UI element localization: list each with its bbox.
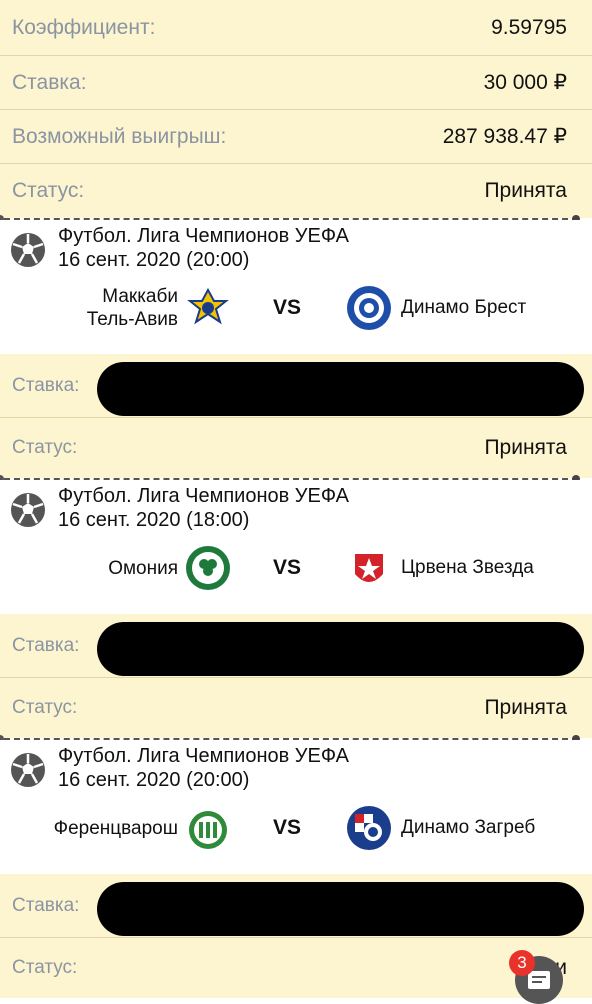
betslip-button[interactable]: 3 <box>509 950 563 1004</box>
home-team: Маккаби Тель-Авив <box>87 278 232 338</box>
football-icon <box>11 753 45 787</box>
away-team: Динамо Загреб <box>345 798 535 858</box>
vs-label: VS <box>273 556 302 579</box>
event-date: 16 сент. 2020 (18:00) <box>58 509 250 531</box>
home-team: Ференцварош <box>54 798 232 858</box>
bet-stake-row: Ставка: <box>0 874 592 938</box>
bet-status-row: Статус: При <box>0 938 592 998</box>
event-date: 16 сент. 2020 (20:00) <box>58 769 250 791</box>
redacted-block <box>97 622 584 676</box>
dinamo-zagreb-logo-icon <box>347 806 391 850</box>
status-summary-row: Статус: Принята <box>0 164 592 218</box>
bet-status-value: Принята <box>484 436 567 459</box>
omonia-logo-icon <box>186 546 230 590</box>
possible-win-value: 287 938.47 ₽ <box>442 125 567 148</box>
bet-stake-label: Ставка: <box>12 895 80 916</box>
stake-label: Ставка: <box>12 70 87 94</box>
coefficient-label: Коэффициент: <box>12 15 156 39</box>
bet-stake-label: Ставка: <box>12 635 80 656</box>
event-card[interactable]: Футбол. Лига Чемпионов УЕФА 16 сент. 202… <box>0 220 592 354</box>
event-card[interactable]: Футбол. Лига Чемпионов УЕФА 16 сент. 202… <box>0 740 592 874</box>
league-name: Футбол. Лига Чемпионов УЕФА <box>58 225 349 247</box>
bet-status-row: Статус: Принята <box>0 678 592 738</box>
status-value: Принята <box>484 179 567 202</box>
bet-status-label: Статус: <box>12 437 78 458</box>
football-icon <box>11 493 45 527</box>
dinamo-brest-logo-icon <box>347 286 391 330</box>
bet-stake-row: Ставка: <box>0 614 592 678</box>
redacted-block <box>97 362 584 416</box>
football-icon <box>11 233 45 267</box>
away-team-name: Динамо Брест <box>401 297 527 318</box>
match: Маккаби Тель-Авив VS Динамо Брест <box>0 278 592 338</box>
bet-status-row: Статус: Принята <box>0 418 592 478</box>
maccabi-logo-icon <box>187 287 229 325</box>
bet-status-value: Принята <box>484 696 567 719</box>
betslip-count-badge: 3 <box>509 950 535 976</box>
league-name: Футбол. Лига Чемпионов УЕФА <box>58 745 349 767</box>
possible-win-label: Возможный выигрыш: <box>12 124 227 148</box>
league-name: Футбол. Лига Чемпионов УЕФА <box>58 485 349 507</box>
stake-summary-row: Ставка: 30 000 ₽ <box>0 56 592 110</box>
home-team: Омония <box>108 538 232 598</box>
away-team-name: Црвена Звезда <box>401 557 534 578</box>
event-date: 16 сент. 2020 (20:00) <box>58 249 250 271</box>
vs-label: VS <box>273 816 302 839</box>
home-team-name: Маккаби Тель-Авив <box>86 286 178 330</box>
coefficient-value: 9.59795 <box>491 15 567 39</box>
stake-value: 30 000 ₽ <box>483 71 567 94</box>
away-team: Динамо Брест <box>345 278 526 338</box>
ferencvaros-logo-icon <box>189 811 227 849</box>
match: Ференцварош VS Динамо Загреб <box>0 798 592 858</box>
event-card[interactable]: Футбол. Лига Чемпионов УЕФА 16 сент. 202… <box>0 480 592 614</box>
away-team: Црвена Звезда <box>345 538 534 598</box>
status-label: Статус: <box>12 179 85 202</box>
home-team-name: Омония <box>108 557 178 579</box>
possible-win-row: Возможный выигрыш: 287 938.47 ₽ <box>0 110 592 164</box>
bet-status-label: Статус: <box>12 697 78 718</box>
vs-label: VS <box>273 296 302 319</box>
bet-stake-row: Ставка: <box>0 354 592 418</box>
bet-status-label: Статус: <box>12 957 78 978</box>
away-team-name: Динамо Загреб <box>401 817 536 838</box>
coefficient-row: Коэффициент: 9.59795 <box>0 0 592 56</box>
bet-stake-label: Ставка: <box>12 375 80 396</box>
crvena-zvezda-logo-icon <box>355 554 383 582</box>
redacted-block <box>97 882 584 936</box>
home-team-name: Ференцварош <box>53 817 178 839</box>
match: Омония VS Црвена Звезда <box>0 538 592 598</box>
